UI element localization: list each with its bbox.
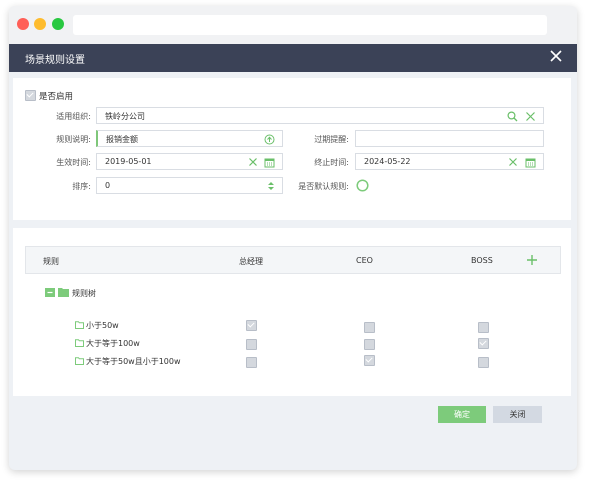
app-window: 场景规则设置 是否启用 适用组织: 铁岭分公司 规则说明: 报销金额 过期提醒:… (9, 6, 577, 470)
folder-icon (75, 321, 84, 329)
order-value: 0 (105, 181, 111, 190)
maximize-window-button[interactable] (52, 18, 64, 30)
clear-icon[interactable] (508, 157, 518, 167)
dialog-title: 场景规则设置 (25, 55, 85, 66)
column-rule: 规则 (43, 257, 59, 266)
address-bar[interactable] (73, 15, 547, 35)
calendar-icon[interactable] (264, 157, 275, 168)
minimize-window-button[interactable] (34, 18, 46, 30)
end-date-value: 2024-05-22 (364, 157, 411, 166)
row-1-ceo-checkbox[interactable] (364, 322, 375, 333)
stepper-arrows-icon[interactable] (267, 181, 275, 191)
folder-icon (75, 339, 84, 347)
add-icon[interactable] (526, 254, 538, 266)
close-window-button[interactable] (17, 18, 29, 30)
end-date-field[interactable]: 2024-05-22 (355, 153, 544, 170)
default-rule-label: 是否默认规则: (298, 182, 349, 191)
desc-field[interactable]: 报销金额 (96, 130, 283, 147)
org-field[interactable]: 铁岭分公司 (96, 107, 544, 124)
dialog-header: 场景规则设置 (9, 44, 577, 72)
window-titlebar (9, 6, 577, 44)
upload-icon[interactable] (264, 134, 275, 145)
row-3-gm-checkbox[interactable] (246, 357, 257, 368)
row-3-ceo-checkbox[interactable] (364, 355, 375, 366)
row-2-gm-checkbox[interactable] (246, 339, 257, 350)
collapse-icon[interactable] (45, 288, 55, 297)
table-header: 规则 总经理 CEO BOSS (25, 246, 561, 274)
folder-icon (58, 288, 69, 297)
desc-value: 报销金额 (106, 135, 138, 144)
close-button[interactable]: 关闭 (493, 406, 542, 423)
rule-row-label: 大于等于50w且小于100w (86, 357, 181, 366)
column-boss: BOSS (471, 256, 493, 265)
form-panel: 是否启用 适用组织: 铁岭分公司 规则说明: 报销金额 过期提醒: 生效时间: (13, 78, 571, 220)
clear-icon[interactable] (248, 157, 258, 167)
rule-row-label: 小于50w (86, 321, 119, 330)
enable-checkbox[interactable] (25, 90, 36, 101)
row-2-ceo-checkbox[interactable] (364, 339, 375, 350)
desc-label: 规则说明: (56, 135, 91, 144)
order-label: 排序: (72, 182, 91, 191)
row-3-boss-checkbox[interactable] (478, 357, 489, 368)
folder-icon (75, 357, 84, 365)
search-icon[interactable] (507, 111, 518, 122)
row-1-boss-checkbox[interactable] (478, 322, 489, 333)
column-gm: 总经理 (239, 257, 263, 266)
end-label: 终止时间: (314, 158, 349, 167)
expire-field[interactable] (355, 130, 544, 147)
column-ceo: CEO (356, 256, 373, 265)
expire-label: 过期提醒: (314, 135, 349, 144)
org-value: 铁岭分公司 (105, 112, 145, 121)
row-1-gm-checkbox[interactable] (246, 320, 257, 331)
rule-row-label: 大于等于100w (86, 339, 140, 348)
row-2-boss-checkbox[interactable] (478, 338, 489, 349)
start-label: 生效时间: (56, 158, 91, 167)
enable-label: 是否启用 (39, 92, 74, 102)
clear-icon[interactable] (525, 111, 536, 122)
calendar-icon[interactable] (525, 157, 536, 168)
tree-root-label: 规则树 (72, 289, 96, 298)
order-stepper[interactable]: 0 (96, 177, 283, 194)
confirm-button[interactable]: 确定 (438, 406, 486, 423)
rules-table-panel: 规则 总经理 CEO BOSS 规则树 小于50w 大于等于100w 大于等于5… (13, 228, 571, 396)
start-date-field[interactable]: 2019-05-01 (96, 153, 283, 170)
default-rule-radio[interactable] (356, 179, 369, 192)
start-date-value: 2019-05-01 (105, 157, 152, 166)
close-icon[interactable] (549, 49, 563, 63)
org-label: 适用组织: (56, 112, 91, 121)
